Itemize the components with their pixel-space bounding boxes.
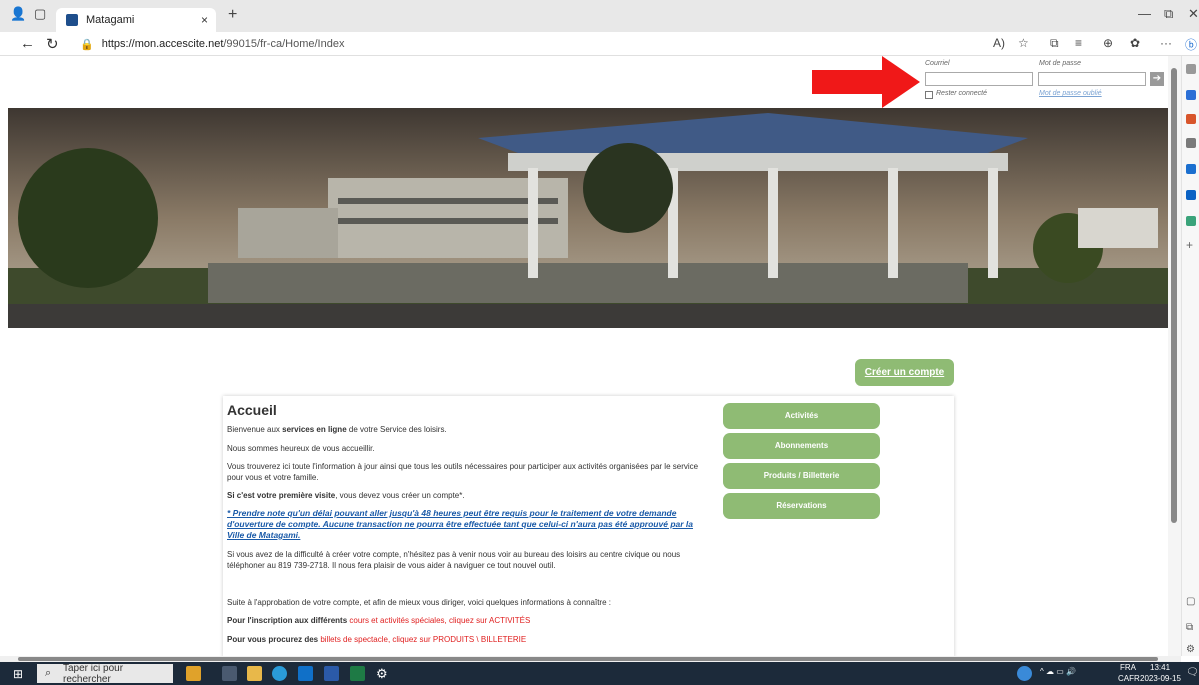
back-icon[interactable]: ←	[20, 35, 35, 52]
edge-sidebar: + ▢ ⧉ ⚙	[1181, 56, 1199, 656]
activities-hint-bold: Pour l'inscription aux différents	[227, 616, 350, 625]
remember-label: Rester connecté	[936, 90, 987, 97]
welcome-post: de votre Service des loisirs.	[346, 425, 447, 434]
read-aloud-icon[interactable]: A)	[993, 36, 1005, 50]
greeting-text: Nous sommes heureux de vous accueillir.	[227, 444, 375, 453]
address-bar: ← ↻ 🔒 https://mon.accescite.net /99015/f…	[0, 32, 1199, 56]
page-title: Accueil	[227, 402, 277, 418]
help-text: Si vous avez de la difficulté à créer vo…	[227, 550, 681, 570]
create-account-button[interactable]: Créer un compte	[855, 359, 954, 386]
account-delay-note[interactable]: * Prendre note qu'un délai pouvant aller…	[227, 508, 712, 541]
vertical-scrollbar[interactable]	[1168, 56, 1181, 656]
collections-icon[interactable]: ⊕	[1103, 36, 1113, 50]
forgot-password-link[interactable]: Mot de passe oublié	[1039, 90, 1102, 97]
password-label: Mot de passe	[1039, 60, 1082, 67]
tab-title: Matagami	[86, 14, 135, 26]
taskbar-settings-icon[interactable]: ⚙	[376, 666, 388, 682]
tray-time[interactable]: 13:41	[1150, 663, 1170, 672]
email-label: Courriel	[925, 60, 950, 67]
favorite-icon[interactable]: ☆	[1018, 36, 1029, 50]
hero-banner-image	[8, 108, 1168, 328]
menu-reservations-button[interactable]: Réservations	[723, 493, 880, 519]
windows-icon[interactable]: ⊞	[13, 667, 23, 681]
sidebar-layout-icon[interactable]: ▢	[1186, 596, 1195, 607]
more-icon[interactable]: ···	[1160, 36, 1172, 50]
sidebar-shopping-icon[interactable]	[1186, 90, 1196, 100]
tickets-hint-red: billets de spectacle, cliquez sur PRODUI…	[320, 635, 527, 644]
taskbar-explorer-icon[interactable]	[247, 666, 262, 681]
sidebar-games-icon[interactable]	[1186, 138, 1196, 148]
restore-button[interactable]: ⧉	[1164, 6, 1173, 22]
tab-close-icon[interactable]: ×	[201, 13, 208, 27]
tray-date: 2023-09-15	[1140, 674, 1181, 683]
favorites-list-icon[interactable]: ≡	[1075, 36, 1082, 50]
windows-taskbar: ⊞ ⌕ Taper ici pour rechercher ⚙ ^ ☁ ▭ 🔊 …	[0, 662, 1199, 685]
red-arrow-icon	[812, 56, 920, 108]
taskbar-search-placeholder: Taper ici pour rechercher	[63, 662, 124, 685]
password-input[interactable]	[1038, 72, 1146, 86]
email-input[interactable]	[925, 72, 1033, 86]
menu-abonnements-button[interactable]: Abonnements	[723, 433, 880, 459]
approval-text: Suite à l'approbation de votre compte, e…	[227, 598, 611, 607]
first-visit-post: , vous devez vous créer un compte*.	[335, 491, 465, 500]
extensions-icon[interactable]: ✿	[1130, 36, 1140, 50]
tray-lang2: CAFR	[1118, 674, 1140, 683]
info-text: Vous trouverez ici toute l'information à…	[227, 462, 699, 482]
taskbar-search-input[interactable]: ⌕ Taper ici pour rechercher	[37, 662, 173, 685]
tab-actions-icon[interactable]: ▢	[34, 6, 46, 22]
sidebar-share-icon[interactable]: ⧉	[1186, 622, 1193, 633]
new-tab-button[interactable]: +	[228, 6, 237, 24]
search-icon: ⌕	[45, 667, 52, 679]
sidebar-drop-icon[interactable]	[1186, 216, 1196, 226]
url-field[interactable]: 🔒 https://mon.accescite.net /99015/fr-ca…	[80, 35, 960, 53]
split-screen-icon[interactable]: ⧉	[1050, 36, 1059, 51]
taskbar-outlook-icon[interactable]	[298, 666, 313, 681]
browser-tab[interactable]: Matagami ×	[56, 8, 216, 32]
sidebar-office-icon[interactable]	[1186, 164, 1196, 174]
minimize-button[interactable]: —	[1138, 6, 1151, 21]
tray-lang[interactable]: FRA	[1120, 663, 1136, 672]
welcome-bold: services en ligne	[282, 425, 347, 434]
web-page: Courriel Mot de passe ➔ Rester connecté …	[0, 56, 1168, 656]
url-host: https://mon.accescite.net	[101, 38, 224, 50]
sidebar-add-icon[interactable]: +	[1186, 238, 1193, 252]
menu-activites-button[interactable]: Activités	[723, 403, 880, 429]
taskbar-briefcase-icon[interactable]	[186, 666, 201, 681]
taskbar-edge-icon[interactable]	[272, 666, 287, 681]
vertical-scroll-thumb[interactable]	[1171, 68, 1177, 523]
close-window-button[interactable]: ✕	[1188, 6, 1199, 22]
home-content-panel: Accueil Bienvenue aux services en ligne …	[223, 396, 954, 656]
profile-icon[interactable]: 👤	[10, 6, 26, 22]
help-icon[interactable]	[1017, 666, 1032, 681]
sidebar-settings-icon[interactable]: ⚙	[1186, 644, 1195, 655]
login-submit-button[interactable]: ➔	[1150, 72, 1164, 86]
lock-icon: 🔒	[80, 38, 94, 51]
taskbar-word-icon[interactable]	[324, 666, 339, 681]
taskbar-taskview-icon[interactable]	[222, 666, 237, 681]
welcome-text: Bienvenue aux services en ligne de votre…	[227, 424, 712, 435]
site-favicon-icon	[66, 14, 78, 26]
sidebar-search-icon[interactable]	[1186, 64, 1196, 74]
horizontal-scroll-thumb[interactable]	[18, 657, 1158, 661]
browser-tab-bar: 👤 ▢ Matagami × + — ⧉ ✕	[0, 0, 1199, 32]
tickets-hint-bold: Pour vous procurez des	[227, 635, 321, 644]
taskbar-excel-icon[interactable]	[350, 666, 365, 681]
tray-icons[interactable]: ^ ☁ ▭ 🔊	[1040, 667, 1076, 676]
copilot-icon[interactable]: ⓑ	[1185, 36, 1197, 53]
url-path: /99015/fr-ca/Home/Index	[223, 38, 345, 50]
activities-hint-red: cours et activités spéciales, cliquez su…	[349, 616, 531, 625]
refresh-icon[interactable]: ↻	[46, 35, 59, 53]
menu-produits-button[interactable]: Produits / Billetterie	[723, 463, 880, 489]
sidebar-tools-icon[interactable]	[1186, 114, 1196, 124]
tickets-hint: Pour vous procurez des billets de specta…	[227, 634, 712, 645]
activities-hint: Pour l'inscription aux différents cours …	[227, 615, 712, 626]
welcome-pre: Bienvenue aux	[227, 425, 283, 434]
sidebar-outlook-icon[interactable]	[1186, 190, 1196, 200]
remember-checkbox[interactable]	[925, 91, 933, 99]
notifications-icon[interactable]: 🗨	[1186, 667, 1199, 678]
first-visit-bold: Si c'est votre première visite	[227, 491, 336, 500]
first-visit-text: Si c'est votre première visite, vous dev…	[227, 490, 712, 501]
